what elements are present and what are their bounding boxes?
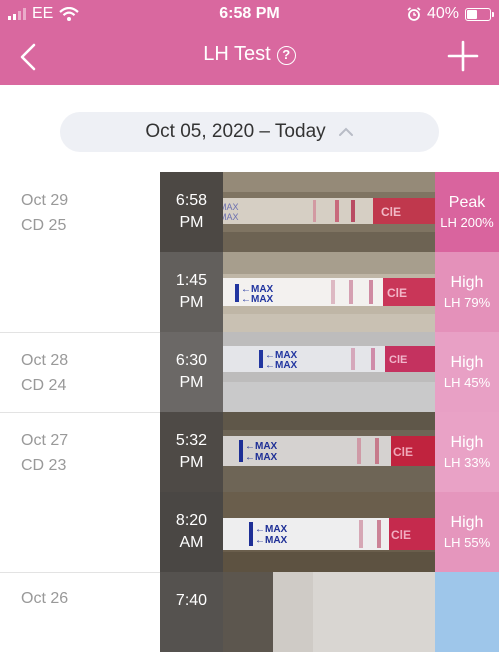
- status-bar: EE 6:58 PM 40%: [0, 0, 499, 28]
- test-time-value: 6:58: [175, 192, 208, 209]
- test-row[interactable]: 8:20 AM ClE ←MAX ←MAX High LH 55%: [0, 492, 499, 572]
- page-title: LH Test?: [0, 43, 499, 66]
- test-time: 1:45 PM: [160, 252, 223, 332]
- svg-text:←MAX: ←MAX: [245, 441, 278, 452]
- nav-bar: LH Test?: [0, 28, 499, 85]
- svg-text:←MAX: ←MAX: [255, 524, 288, 535]
- test-strip-photo: ClE ←MAX ←MAX: [223, 332, 435, 412]
- test-strip-photo: [223, 572, 435, 652]
- page-title-text: LH Test: [203, 43, 271, 65]
- lh-level: High: [450, 354, 484, 371]
- date-range-selector[interactable]: Oct 05, 2020 – Today: [60, 112, 439, 152]
- lh-level: High: [450, 274, 484, 291]
- svg-text:ClE: ClE: [389, 354, 407, 366]
- svg-text:←MAX: ←MAX: [265, 360, 298, 371]
- test-strip-photo: ClE ←MAX ←MAX: [223, 412, 435, 492]
- svg-text:ClE: ClE: [387, 286, 407, 300]
- help-icon[interactable]: ?: [276, 46, 296, 65]
- svg-text:MAX: MAX: [223, 212, 239, 222]
- add-icon[interactable]: [447, 40, 479, 72]
- svg-text:ClE: ClE: [393, 445, 413, 459]
- test-time: 5:32 PM: [160, 412, 223, 492]
- svg-text:←MAX: ←MAX: [241, 294, 274, 305]
- alarm-icon: [407, 7, 421, 21]
- lh-percent: LH 200%: [440, 215, 494, 230]
- test-time: 8:20 AM: [160, 492, 223, 572]
- lh-result-badge: [435, 572, 499, 652]
- lh-result-badge: High LH 33%: [435, 412, 499, 492]
- svg-text:←MAX: ←MAX: [255, 535, 288, 546]
- test-row[interactable]: 6:30 PM ClE ←MAX ←MAX High LH 45%: [0, 332, 499, 412]
- test-time-ampm: PM: [179, 214, 204, 231]
- lh-percent: LH 79%: [443, 295, 491, 310]
- date-range-label: Oct 05, 2020 – Today: [145, 121, 326, 142]
- lh-percent: LH 45%: [443, 375, 491, 390]
- lh-result-badge: Peak LH 200%: [435, 172, 499, 252]
- test-time: 7:40: [160, 572, 223, 652]
- test-time-value: 1:45: [175, 272, 208, 289]
- svg-text:←MAX: ←MAX: [245, 452, 278, 463]
- lh-level: High: [450, 434, 484, 451]
- test-time-value: 5:32: [175, 432, 208, 449]
- test-time: 6:30 PM: [160, 332, 223, 412]
- lh-level: High: [450, 514, 484, 531]
- battery-fill: [467, 9, 477, 19]
- lh-result-badge: High LH 55%: [435, 492, 499, 572]
- lh-level: Peak: [448, 194, 486, 211]
- svg-text:ClE: ClE: [391, 528, 411, 542]
- test-time-value: 7:40: [175, 592, 208, 609]
- lh-result-badge: High LH 79%: [435, 252, 499, 332]
- test-time-value: 8:20: [175, 512, 208, 529]
- svg-text:MAX: MAX: [223, 202, 239, 212]
- test-row[interactable]: 1:45 PM ClE ←MAX ←MAX High LH 79%: [0, 252, 499, 332]
- lh-percent: LH 55%: [443, 535, 491, 550]
- test-time-ampm: PM: [179, 374, 204, 391]
- test-time: 6:58 PM: [160, 172, 223, 252]
- test-time-value: 6:30: [175, 352, 208, 369]
- test-time-ampm: AM: [179, 534, 204, 551]
- test-strip-photo: ClE ←MAX ←MAX: [223, 492, 435, 572]
- test-time-ampm: PM: [179, 294, 204, 311]
- test-strip-photo: ClE ←MAX ←MAX: [223, 252, 435, 332]
- svg-text:ClE: ClE: [381, 205, 401, 219]
- lh-result-badge: High LH 45%: [435, 332, 499, 412]
- test-row[interactable]: 5:32 PM ClE ←MAX ←MAX High LH 33%: [0, 412, 499, 492]
- test-strip-photo: ClE MAX MAX: [223, 172, 435, 252]
- battery-icon: [465, 7, 494, 21]
- app-header: EE 6:58 PM 40% LH Test?: [0, 0, 499, 85]
- lh-percent: LH 33%: [443, 455, 491, 470]
- chevron-up-icon: [338, 127, 353, 136]
- test-time-ampm: PM: [179, 454, 204, 471]
- test-row[interactable]: 6:58 PM ClE MAX MAX Peak LH 200%: [0, 172, 499, 252]
- battery-percent: 40%: [426, 5, 459, 22]
- test-row[interactable]: 7:40: [0, 572, 499, 652]
